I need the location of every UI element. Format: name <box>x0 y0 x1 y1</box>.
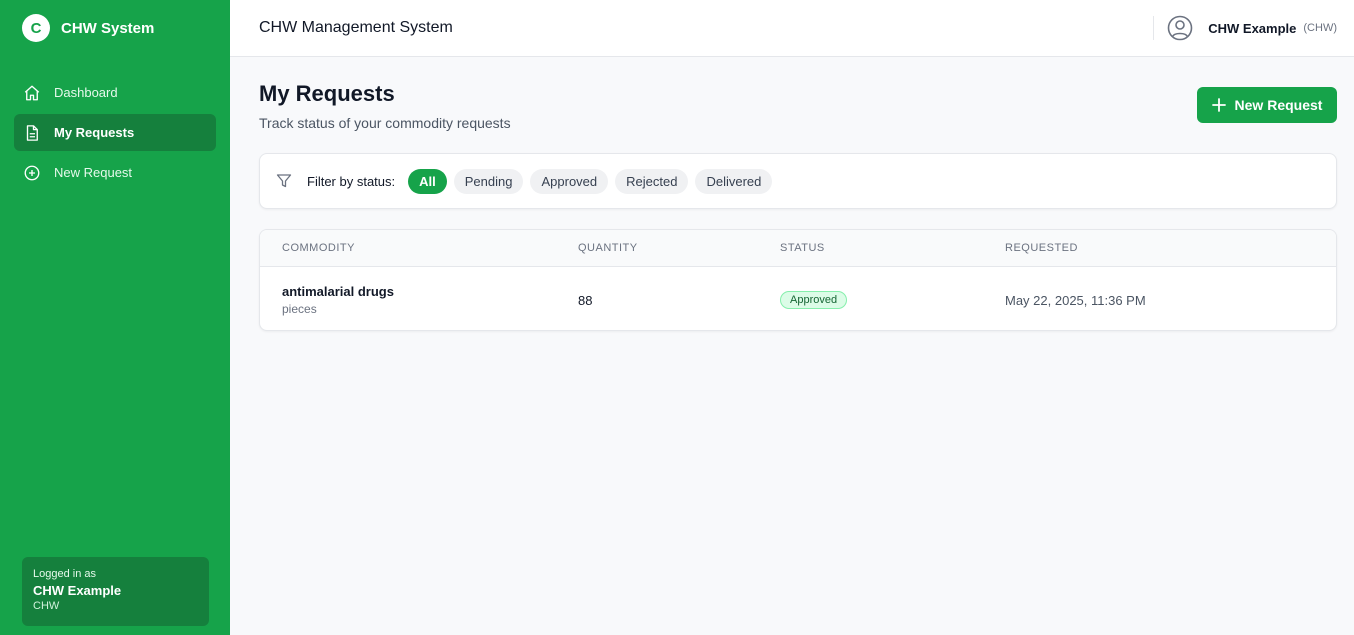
document-icon <box>23 124 41 142</box>
filter-chip-all[interactable]: All <box>408 168 447 194</box>
column-header-requested[interactable]: Requested <box>1005 242 1078 254</box>
requested-date-cell: May 22, 2025, 11:36 PM <box>1005 293 1146 308</box>
status-filter-bar: Filter by status: All Pending Approved R… <box>259 153 1337 209</box>
plus-icon <box>1211 98 1226 112</box>
brand[interactable]: C CHW System <box>22 14 154 42</box>
top-header: CHW Management System CHW Example (CHW) <box>230 0 1354 57</box>
column-header-commodity[interactable]: Commodity <box>282 242 355 254</box>
commodity-cell: antimalarial drugs pieces <box>282 284 394 316</box>
sidebar-item-new-request[interactable]: New Request <box>14 154 216 191</box>
app-title: CHW Management System <box>259 19 453 36</box>
plus-circle-icon <box>23 164 41 182</box>
page-title: My Requests <box>259 81 395 106</box>
sidebar: C CHW System Dashboard My Requests New R… <box>0 0 230 635</box>
brand-logo: C <box>22 14 50 42</box>
filter-chip-rejected[interactable]: Rejected <box>615 168 689 194</box>
header-user-name: CHW Example <box>1208 20 1297 36</box>
filter-chip-pending[interactable]: Pending <box>453 168 524 194</box>
requests-table: Commodity Quantity Status Requested anti… <box>259 229 1337 331</box>
sidebar-item-label: Dashboard <box>54 85 118 100</box>
logged-in-name: CHW Example <box>33 583 122 598</box>
sidebar-nav: Dashboard My Requests New Request <box>14 74 216 194</box>
new-request-button[interactable]: New Request <box>1197 87 1337 123</box>
status-badge: Approved <box>780 291 848 309</box>
home-icon <box>23 84 41 102</box>
brand-name: CHW System <box>61 19 155 37</box>
sidebar-item-dashboard[interactable]: Dashboard <box>14 74 216 111</box>
funnel-icon <box>276 173 292 189</box>
logged-in-role: CHW <box>33 600 60 612</box>
sidebar-item-label: New Request <box>54 165 133 180</box>
quantity-cell: 88 <box>578 293 593 308</box>
page-subtitle: Track status of your commodity requests <box>259 115 511 131</box>
new-request-label: New Request <box>1234 97 1323 113</box>
filter-chip-approved[interactable]: Approved <box>530 168 609 194</box>
commodity-name: antimalarial drugs <box>282 284 394 299</box>
header-divider <box>1153 16 1154 40</box>
filter-chip-delivered[interactable]: Delivered <box>695 168 773 194</box>
column-header-quantity[interactable]: Quantity <box>578 242 638 254</box>
commodity-unit: pieces <box>282 302 317 316</box>
status-cell: Approved <box>780 291 848 309</box>
filter-label: Filter by status: <box>307 173 396 189</box>
user-circle-icon <box>1167 15 1193 41</box>
column-header-status[interactable]: Status <box>780 242 825 254</box>
header-user-role: (CHW) <box>1303 22 1337 34</box>
logged-in-label: Logged in as <box>33 568 96 580</box>
logged-in-card: Logged in as CHW Example CHW <box>22 557 209 626</box>
sidebar-item-label: My Requests <box>54 125 135 140</box>
user-menu[interactable]: CHW Example (CHW) <box>1167 15 1337 41</box>
table-header: Commodity Quantity Status Requested <box>260 230 1336 267</box>
sidebar-item-my-requests[interactable]: My Requests <box>14 114 216 151</box>
table-row[interactable]: antimalarial drugs pieces 88 Approved Ma… <box>260 267 1336 330</box>
